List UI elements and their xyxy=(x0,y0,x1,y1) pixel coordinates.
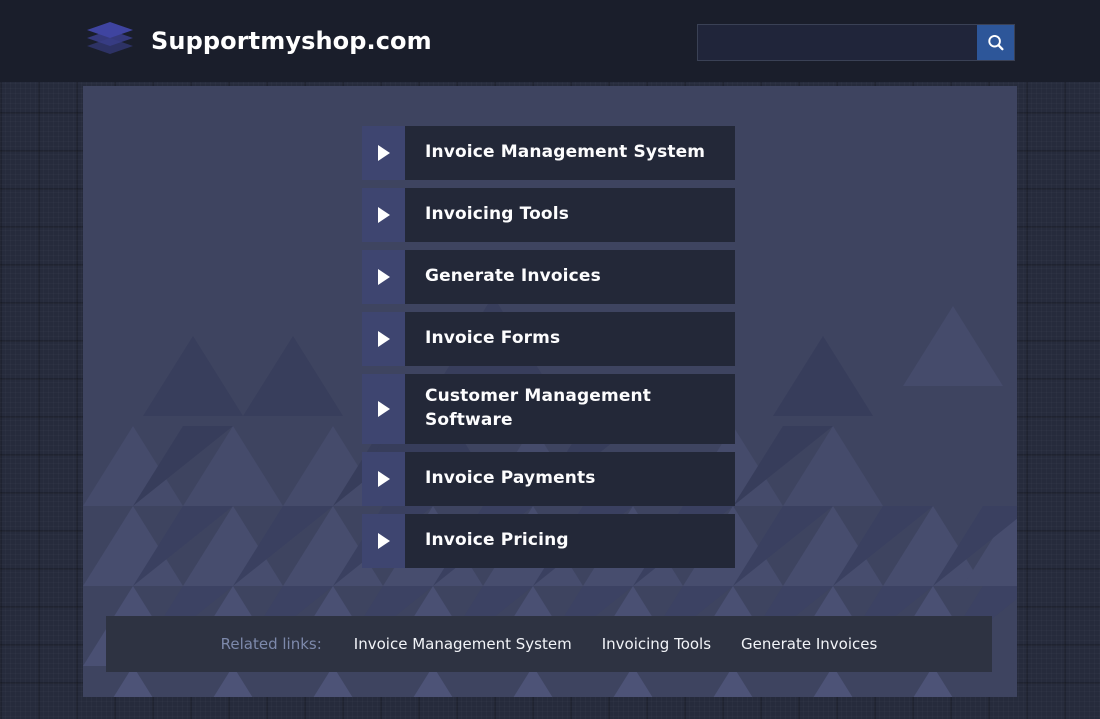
search-input[interactable] xyxy=(698,25,977,60)
list-item[interactable]: Invoice Pricing xyxy=(362,514,735,568)
list-item-label: Invoice Forms xyxy=(425,327,560,351)
list-item-body: Invoicing Tools xyxy=(405,188,735,242)
list-item-label: Invoicing Tools xyxy=(425,203,569,227)
list-item-body: Invoice Payments xyxy=(405,452,735,506)
list-item[interactable]: Invoice Management System xyxy=(362,126,735,180)
layers-stack-icon xyxy=(83,14,137,68)
list-item-body: Invoice Management System xyxy=(405,126,735,180)
play-triangle-icon xyxy=(362,514,405,568)
related-link[interactable]: Generate Invoices xyxy=(741,635,877,653)
list-item[interactable]: Invoice Forms xyxy=(362,312,735,366)
play-triangle-icon xyxy=(362,312,405,366)
play-triangle-icon xyxy=(362,374,405,444)
list-item-body: Invoice Pricing xyxy=(405,514,735,568)
site-header: Supportmyshop.com xyxy=(0,0,1100,82)
list-item-body: Invoice Forms xyxy=(405,312,735,366)
related-links-bar: Related links: Invoice Management System… xyxy=(106,616,992,672)
content-card: Invoice Management System Invoicing Tool… xyxy=(83,86,1017,697)
list-item[interactable]: Customer Management Software xyxy=(362,374,735,444)
brand[interactable]: Supportmyshop.com xyxy=(83,12,432,70)
list-item-body: Customer Management Software xyxy=(405,374,735,444)
search-button[interactable] xyxy=(977,25,1014,60)
related-link[interactable]: Invoice Management System xyxy=(354,635,572,653)
brand-name: Supportmyshop.com xyxy=(151,27,432,55)
play-triangle-icon xyxy=(362,250,405,304)
list-item-label: Invoice Pricing xyxy=(425,529,569,553)
list-item-body: Generate Invoices xyxy=(405,250,735,304)
list-item[interactable]: Generate Invoices xyxy=(362,250,735,304)
list-item-label: Generate Invoices xyxy=(425,265,601,289)
list-item-label: Customer Management Software xyxy=(425,385,719,433)
list-item[interactable]: Invoicing Tools xyxy=(362,188,735,242)
list-item-label: Invoice Management System xyxy=(425,141,705,165)
play-triangle-icon xyxy=(362,452,405,506)
search-icon xyxy=(986,33,1006,53)
search-bar xyxy=(697,24,1015,61)
topic-list: Invoice Management System Invoicing Tool… xyxy=(362,126,735,576)
list-item[interactable]: Invoice Payments xyxy=(362,452,735,506)
play-triangle-icon xyxy=(362,126,405,180)
related-link[interactable]: Invoicing Tools xyxy=(602,635,711,653)
play-triangle-icon xyxy=(362,188,405,242)
list-item-label: Invoice Payments xyxy=(425,467,596,491)
related-links-label: Related links: xyxy=(221,635,322,653)
